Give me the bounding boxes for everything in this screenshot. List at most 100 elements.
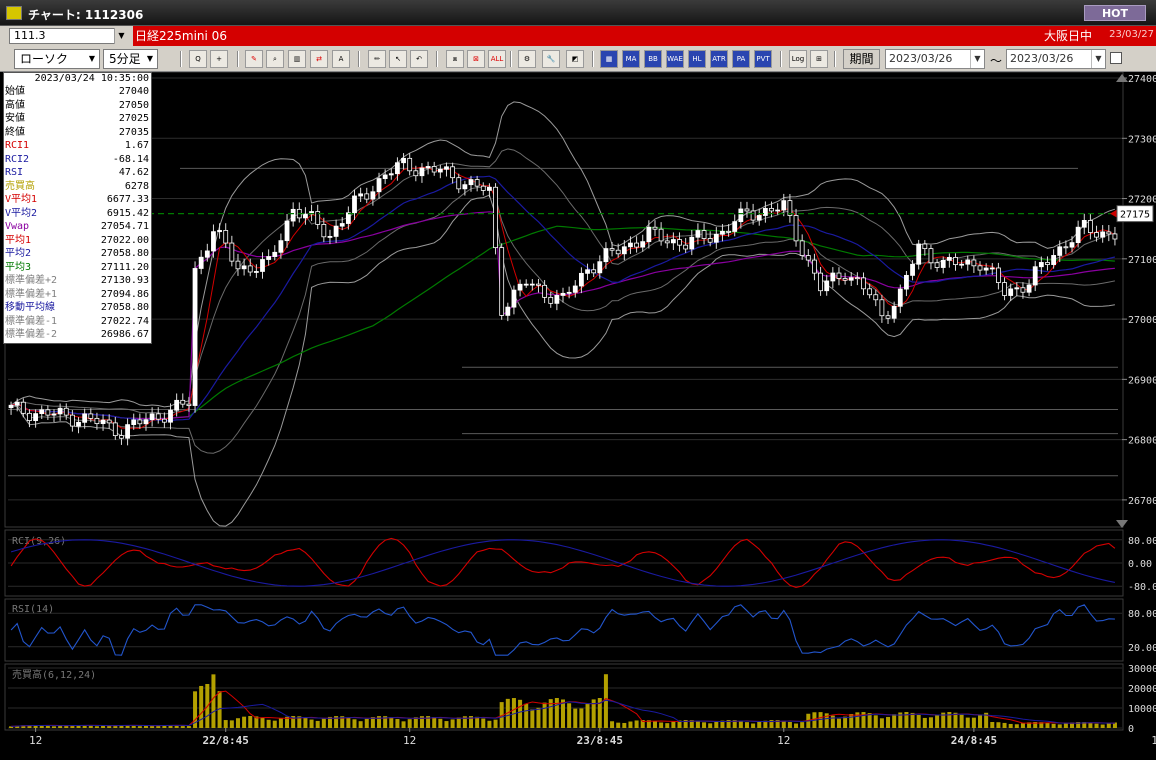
bar-chart-icon[interactable]: ▥ bbox=[288, 50, 306, 68]
candle-delete-icon[interactable]: ⊠ bbox=[467, 50, 485, 68]
zoom-icon[interactable]: Q bbox=[189, 50, 207, 68]
info-panel: 2023/03/24 10:35:00 始値 27040 高値 27050 安値 2702… bbox=[3, 72, 152, 344]
palette-icon[interactable]: ◩ bbox=[566, 50, 584, 68]
candle bbox=[953, 257, 958, 266]
candle bbox=[1045, 262, 1050, 265]
volume-bar bbox=[652, 721, 657, 728]
calendar-dropdown-icon[interactable]: ▼ bbox=[970, 50, 984, 68]
all-icon[interactable]: ALL bbox=[488, 50, 506, 68]
hot-button[interactable]: HOT bbox=[1084, 5, 1146, 21]
pointer-icon[interactable]: ↖ bbox=[389, 50, 407, 68]
volume-bar bbox=[928, 717, 933, 728]
date-from-input[interactable]: 2023/03/26 ▼ bbox=[885, 49, 985, 69]
rsi-tick-label: 80.00 bbox=[1128, 609, 1156, 620]
candle bbox=[861, 277, 866, 290]
volume-bar bbox=[493, 719, 498, 728]
info-row: 標準偏差-2 26986.67 bbox=[4, 328, 151, 342]
symbol-input[interactable]: 111.3 bbox=[9, 28, 128, 44]
candle-icon[interactable]: ⧈ bbox=[446, 50, 464, 68]
candle bbox=[198, 256, 204, 269]
candle bbox=[560, 292, 566, 296]
candle bbox=[689, 236, 695, 250]
candle bbox=[474, 179, 480, 187]
indicator-hl-button[interactable]: HL bbox=[688, 50, 706, 68]
candle bbox=[658, 228, 664, 242]
text-icon[interactable]: A bbox=[332, 50, 350, 68]
volume-bar bbox=[659, 722, 664, 728]
indicator-atr-button[interactable]: ATR bbox=[710, 50, 728, 68]
crosshair-icon[interactable]: + bbox=[210, 50, 228, 68]
volume-bar bbox=[1100, 724, 1105, 728]
candle bbox=[707, 238, 713, 243]
candle bbox=[388, 173, 394, 176]
volume-bar bbox=[137, 726, 142, 728]
volume-bar bbox=[401, 721, 406, 728]
chart-type-select[interactable]: ローソク ▼ bbox=[14, 49, 100, 69]
info-value: 27111.20 bbox=[100, 261, 149, 273]
undo-icon[interactable]: ↶ bbox=[410, 50, 428, 68]
volume-bar bbox=[444, 721, 449, 728]
info-label: 売買高 bbox=[5, 180, 35, 192]
options-checkbox[interactable] bbox=[1110, 52, 1122, 64]
info-row: 売買高 6278 bbox=[4, 180, 151, 194]
candle bbox=[382, 174, 388, 179]
gear-icon[interactable]: ⚙ bbox=[518, 50, 536, 68]
indicator-pa-button[interactable]: PA bbox=[732, 50, 750, 68]
volume-bar bbox=[702, 722, 707, 728]
symbol-dropdown-icon[interactable]: ▼ bbox=[114, 28, 128, 44]
candle bbox=[1051, 255, 1057, 265]
candle bbox=[1002, 282, 1007, 296]
info-value: 27130.93 bbox=[100, 275, 149, 286]
calendar-dropdown-icon[interactable]: ▼ bbox=[1091, 50, 1105, 68]
candle bbox=[701, 230, 707, 239]
candle bbox=[217, 230, 222, 233]
volume-bar bbox=[695, 720, 700, 728]
period-button[interactable]: 期間 bbox=[843, 49, 880, 69]
volume-bar bbox=[358, 721, 363, 728]
candle bbox=[223, 230, 229, 244]
info-label: 標準偏差+2 bbox=[5, 275, 58, 286]
volume-bar bbox=[536, 707, 541, 728]
volume-bar bbox=[935, 714, 940, 728]
candle bbox=[321, 224, 327, 238]
volume-bar bbox=[671, 721, 676, 728]
candle bbox=[904, 274, 909, 290]
volume-bar bbox=[131, 725, 136, 728]
candle bbox=[983, 267, 989, 271]
candle bbox=[69, 414, 75, 427]
wrench-icon[interactable]: 🔧 bbox=[542, 50, 560, 68]
app-icon bbox=[6, 6, 22, 20]
volume-bar bbox=[879, 718, 884, 728]
indicator-ma-button[interactable]: MA bbox=[622, 50, 640, 68]
volume-bar bbox=[242, 716, 247, 728]
indicator-wae-button[interactable]: WAE bbox=[666, 50, 684, 68]
table-icon[interactable]: ▦ bbox=[600, 50, 618, 68]
candle bbox=[401, 157, 406, 164]
date-to-input[interactable]: 2023/03/26 ▼ bbox=[1006, 49, 1106, 69]
volume-bar bbox=[143, 725, 148, 728]
candle bbox=[566, 291, 572, 294]
toolbar-separator bbox=[780, 51, 782, 67]
arrows-icon[interactable]: ⇄ bbox=[310, 50, 328, 68]
candle bbox=[82, 413, 88, 423]
toolbar-separator bbox=[592, 51, 594, 67]
volume-bar bbox=[272, 720, 277, 728]
candle bbox=[677, 239, 682, 246]
candle bbox=[542, 284, 548, 298]
volume-bar bbox=[315, 720, 320, 728]
candle bbox=[720, 230, 725, 235]
title-bar: チャート: 1112306 HOT bbox=[0, 0, 1156, 26]
log-scale-button[interactable]: Log bbox=[789, 50, 807, 68]
search-icon[interactable]: ⌕ bbox=[266, 50, 284, 68]
split-icon[interactable]: ⊞ bbox=[810, 50, 828, 68]
draw-icon[interactable]: ✎ bbox=[245, 50, 263, 68]
candle bbox=[891, 305, 897, 319]
pencil-icon[interactable]: ✏ bbox=[368, 50, 386, 68]
indicator-bb-button[interactable]: BB bbox=[644, 50, 662, 68]
indicator-pvt-button[interactable]: PVT bbox=[754, 50, 772, 68]
info-value: 27054.71 bbox=[100, 221, 149, 232]
volume-bar bbox=[266, 719, 271, 728]
price-chart[interactable]: 27400 27300 27200 27100 27000 26900 26800 26700… bbox=[0, 72, 1156, 760]
interval-select[interactable]: 5分足 ▼ bbox=[103, 49, 158, 69]
candle bbox=[272, 251, 278, 257]
